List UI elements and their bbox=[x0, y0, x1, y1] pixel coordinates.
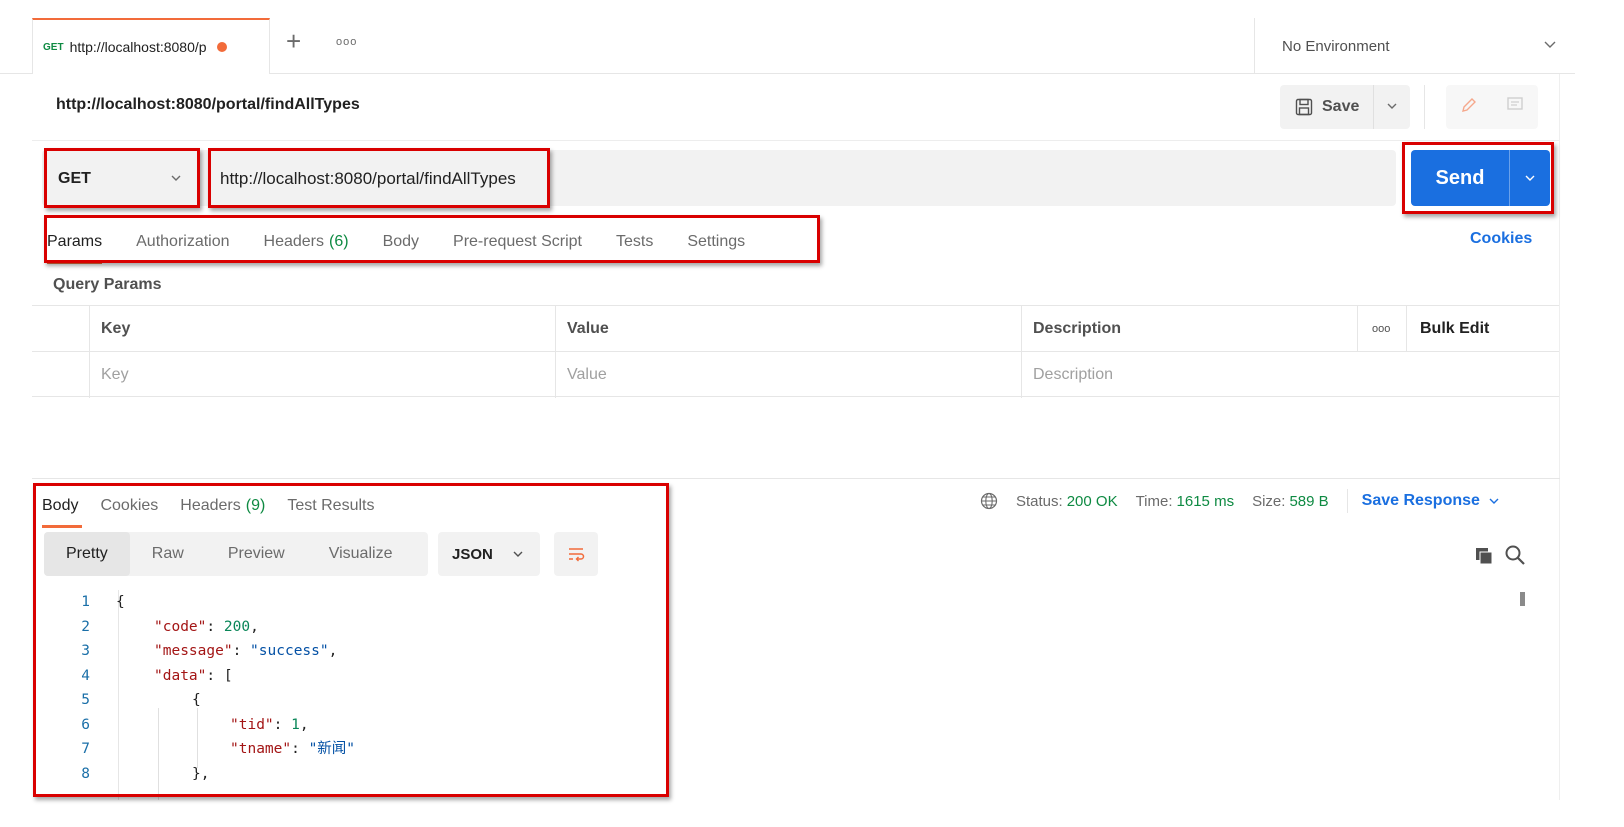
search-icon[interactable] bbox=[1504, 544, 1526, 571]
edit-comment-group bbox=[1446, 85, 1538, 129]
table-row: Key Value Description bbox=[32, 352, 1560, 398]
annotation-box-request-tabs bbox=[44, 215, 820, 263]
globe-icon[interactable] bbox=[980, 492, 998, 510]
request-title[interactable]: http://localhost:8080/portal/findAllType… bbox=[56, 96, 360, 114]
pencil-icon[interactable] bbox=[1459, 95, 1479, 120]
save-button[interactable]: Save bbox=[1280, 85, 1374, 129]
comment-icon[interactable] bbox=[1505, 95, 1525, 120]
divider bbox=[1346, 489, 1348, 513]
response-divider bbox=[32, 478, 1560, 479]
status-value[interactable]: 200 OK bbox=[1067, 493, 1118, 510]
save-button-group: Save bbox=[1280, 85, 1410, 129]
time-label: Time: bbox=[1135, 492, 1173, 510]
status-label: Status: bbox=[1016, 492, 1063, 510]
environment-divider bbox=[1254, 18, 1255, 74]
key-input[interactable]: Key bbox=[89, 352, 555, 398]
panel-border bbox=[1559, 74, 1560, 800]
query-params-table: Key Value Description ooo Bulk Edit Key … bbox=[32, 305, 1560, 398]
environment-select[interactable]: No Environment bbox=[1282, 34, 1557, 58]
annotation-box-response bbox=[33, 483, 669, 797]
size-label: Size: bbox=[1252, 492, 1286, 510]
size-value[interactable]: 589 B bbox=[1289, 493, 1328, 510]
table-header-row: Key Value Description ooo Bulk Edit bbox=[32, 306, 1560, 352]
unsaved-dot-icon bbox=[216, 42, 227, 52]
environment-label: No Environment bbox=[1282, 37, 1390, 55]
copy-icon[interactable] bbox=[1474, 546, 1494, 571]
column-header-value: Value bbox=[567, 320, 609, 337]
save-response-label: Save Response bbox=[1361, 492, 1480, 509]
tab-url-label: http://localhost:8080/p bbox=[69, 39, 207, 55]
save-label: Save bbox=[1322, 98, 1360, 115]
tab-more-button[interactable]: ooo bbox=[336, 36, 357, 48]
time-value[interactable]: 1615 ms bbox=[1177, 493, 1235, 510]
column-header-description: Description bbox=[1033, 320, 1122, 337]
query-params-title: Query Params bbox=[53, 276, 162, 293]
more-options-button[interactable]: ooo bbox=[1360, 306, 1390, 352]
value-input[interactable]: Value bbox=[555, 352, 1021, 398]
toolbar-divider bbox=[1424, 85, 1425, 129]
annotation-box-url bbox=[208, 148, 550, 208]
bulk-edit-button[interactable]: Bulk Edit bbox=[1408, 306, 1489, 352]
chevron-down-icon bbox=[1387, 103, 1397, 109]
description-input[interactable]: Description bbox=[1021, 352, 1557, 398]
save-options-button[interactable] bbox=[1374, 100, 1410, 115]
response-meta: Status: 200 OK Time: 1615 ms Size: 589 B… bbox=[980, 489, 1500, 513]
chevron-down-icon bbox=[1543, 37, 1557, 55]
column-header-key: Key bbox=[101, 320, 131, 337]
save-response-button[interactable]: Save Response bbox=[1362, 492, 1500, 510]
annotation-box-send bbox=[1402, 142, 1554, 214]
divider bbox=[32, 140, 1560, 141]
scrollbar-thumb[interactable] bbox=[1520, 592, 1525, 606]
save-icon bbox=[1295, 98, 1313, 116]
chevron-down-icon bbox=[1489, 498, 1499, 504]
request-tab[interactable]: GET http://localhost:8080/p bbox=[32, 18, 270, 74]
annotation-box-method bbox=[44, 148, 200, 208]
cookies-link[interactable]: Cookies bbox=[1470, 230, 1532, 248]
tab-method-label: GET bbox=[43, 41, 64, 53]
new-tab-button[interactable]: + bbox=[286, 28, 301, 54]
